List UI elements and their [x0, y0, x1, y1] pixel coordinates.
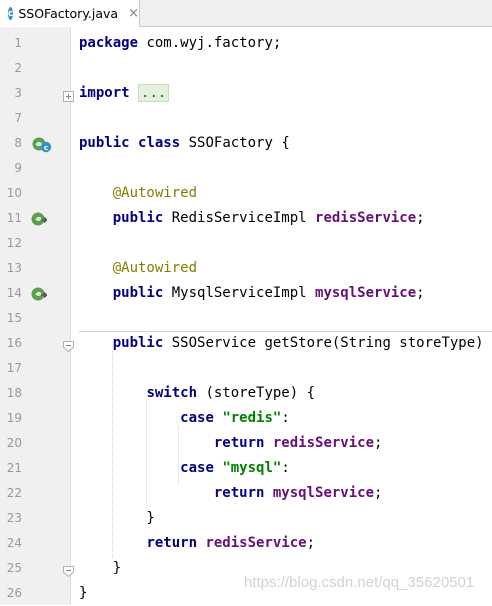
- autowired-navigate-icon[interactable]: [31, 211, 48, 227]
- line-number[interactable]: 25: [0, 556, 22, 581]
- code-text: @Autowired: [112, 185, 198, 201]
- code-line[interactable]: 11 public RedisServiceImpl redisService;: [0, 206, 492, 231]
- code-line[interactable]: 3 import ...: [0, 81, 492, 106]
- code-text: }: [79, 585, 88, 601]
- code-line[interactable]: 2: [0, 56, 492, 81]
- line-number[interactable]: 21: [0, 456, 22, 481]
- fold-expand-icon[interactable]: [63, 87, 74, 102]
- fold-collapse-icon[interactable]: [63, 562, 74, 578]
- code-text: }: [79, 560, 122, 576]
- line-number[interactable]: 17: [0, 356, 22, 381]
- code-line[interactable]: 19 case "redis":: [0, 406, 492, 431]
- code-text: import ...: [79, 81, 170, 106]
- code-line[interactable]: 17: [0, 356, 492, 381]
- code-line[interactable]: 9: [0, 156, 492, 181]
- line-number[interactable]: 3: [0, 81, 22, 106]
- code-line[interactable]: 18 switch (storeType) {: [0, 381, 492, 406]
- line-number[interactable]: 16: [0, 331, 22, 356]
- code-line[interactable]: 12: [0, 231, 492, 256]
- code-text: return redisService;: [213, 435, 383, 451]
- close-icon[interactable]: ×: [128, 7, 139, 20]
- editor-tab-bar: c SSOFactory.java ×: [0, 0, 492, 27]
- line-number[interactable]: 23: [0, 506, 22, 531]
- line-number[interactable]: 26: [0, 581, 22, 606]
- code-line[interactable]: 24 return redisService;: [0, 531, 492, 556]
- line-number[interactable]: 22: [0, 481, 22, 506]
- code-line[interactable]: 14 public MysqlServiceImpl mysqlService;: [0, 281, 492, 306]
- code-line[interactable]: 8 c public class SSOFactory {: [0, 131, 492, 156]
- code-line[interactable]: 21 case "mysql":: [0, 456, 492, 481]
- code-text: return redisService;: [146, 535, 316, 551]
- line-number[interactable]: 12: [0, 231, 22, 256]
- code-line[interactable]: 1 package com.wyj.factory;: [0, 31, 492, 56]
- code-text: case "mysql":: [180, 460, 290, 476]
- code-line[interactable]: 15: [0, 306, 492, 331]
- code-text: package com.wyj.factory;: [79, 35, 282, 51]
- code-text: }: [79, 510, 155, 526]
- code-text: public SSOService getStore(String storeT…: [112, 335, 492, 351]
- code-text: public class SSOFactory {: [79, 135, 290, 151]
- indent-guide: [178, 426, 179, 483]
- line-number[interactable]: 11: [0, 206, 22, 231]
- tab-label: SSOFactory.java: [18, 6, 119, 21]
- indent-guide: [146, 401, 147, 508]
- code-line[interactable]: 22 return mysqlService;: [0, 481, 492, 506]
- line-number[interactable]: 13: [0, 256, 22, 281]
- line-number[interactable]: 9: [0, 156, 22, 181]
- line-number[interactable]: 7: [0, 106, 22, 131]
- line-number[interactable]: 8: [0, 131, 22, 156]
- code-line[interactable]: 10 @Autowired: [0, 181, 492, 206]
- code-text: case "redis":: [180, 410, 290, 426]
- line-number[interactable]: 10: [0, 181, 22, 206]
- autowired-navigate-icon[interactable]: [31, 286, 48, 302]
- class-icon[interactable]: c: [40, 141, 53, 154]
- folded-imports[interactable]: ...: [138, 84, 170, 102]
- line-number[interactable]: 18: [0, 381, 22, 406]
- code-line[interactable]: 16 public SSOService getStore(String sto…: [0, 331, 492, 356]
- line-number[interactable]: 24: [0, 531, 22, 556]
- line-number[interactable]: 15: [0, 306, 22, 331]
- code-text: @Autowired: [112, 260, 198, 276]
- code-line[interactable]: 20 return redisService;: [0, 431, 492, 456]
- class-icon: c: [8, 7, 14, 20]
- code-text: switch (storeType) {: [146, 385, 316, 401]
- code-text: public RedisServiceImpl redisService;: [112, 210, 425, 226]
- line-number[interactable]: 1: [0, 31, 22, 56]
- svg-text:c: c: [44, 143, 48, 152]
- method-separator: [79, 331, 492, 332]
- code-line[interactable]: 23 }: [0, 506, 492, 531]
- code-line[interactable]: 7: [0, 106, 492, 131]
- line-number[interactable]: 19: [0, 406, 22, 431]
- code-text: return mysqlService;: [213, 485, 383, 501]
- line-number[interactable]: 20: [0, 431, 22, 456]
- fold-collapse-icon[interactable]: [63, 337, 74, 353]
- tab-ssofactory[interactable]: c SSOFactory.java ×: [0, 0, 140, 27]
- watermark: https://blog.csdn.net/qq_35620501: [244, 574, 475, 591]
- line-number[interactable]: 14: [0, 281, 22, 306]
- code-line[interactable]: 13 @Autowired: [0, 256, 492, 281]
- indent-guide: [112, 351, 113, 558]
- code-text: public MysqlServiceImpl mysqlService;: [112, 285, 425, 301]
- line-number[interactable]: 2: [0, 56, 22, 81]
